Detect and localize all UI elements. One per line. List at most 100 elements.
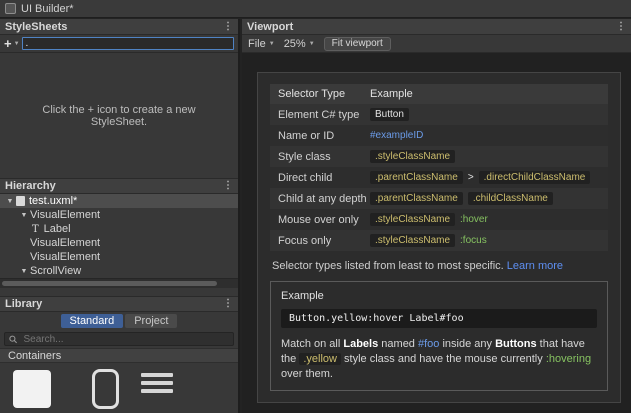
note-text: Selector types listed from least to most… (272, 260, 504, 272)
selector-type-label: Child at any depth (278, 192, 367, 205)
example-box: Example Button.yellow:hover Label#foo Ma… (270, 281, 608, 391)
example-title: Example (281, 290, 324, 302)
selector-type-label: Element C# type (278, 108, 360, 121)
viewport-header: Viewport ⋮ (242, 19, 631, 35)
learn-more-link[interactable]: Learn more (507, 260, 563, 272)
selector-cheatsheet-panel: Selector Type Example Element C# type Butto… (257, 72, 621, 403)
library-tabs: Standard Project (0, 312, 238, 330)
viewport-canvas[interactable]: Selector Type Example Element C# type Butto… (242, 53, 631, 413)
selector-token: :focus (460, 235, 487, 246)
selector-type-label: Style class (278, 150, 331, 163)
add-selector-button[interactable]: + (4, 37, 12, 50)
chevron-down-icon: ▼ (308, 40, 315, 47)
selector-example-cell: .parentClassName > .directChildClassName (370, 171, 608, 184)
selector-type-label: Name or ID (278, 129, 335, 142)
hierarchy-horizontal-scrollbar[interactable] (0, 278, 238, 288)
selector-type-label: Direct child (278, 171, 333, 184)
example-segment: Match on all (281, 338, 344, 350)
hierarchy-item-label: ScrollView (30, 265, 82, 277)
selector-token: .styleClassName (370, 234, 456, 247)
hierarchy-item-visualelement[interactable]: VisualElement (0, 250, 238, 264)
hierarchy-item-label: test.uxml* (29, 195, 78, 207)
hierarchy-item-label: Label (43, 223, 71, 235)
window-title: UI Builder* (21, 2, 74, 15)
hierarchy-item-visualelement[interactable]: ▼ VisualElement (0, 208, 238, 222)
zoom-level: 25% (283, 37, 306, 50)
selector-row: Direct child .parentClassName > .directChil… (270, 167, 608, 188)
search-field[interactable] (4, 332, 234, 346)
selector-example-cell: Button (370, 108, 608, 121)
category-containers[interactable]: Containers (0, 348, 238, 363)
selector-row: Child at any depth .parentClassName .child… (270, 188, 608, 209)
library-items-grid (0, 363, 238, 413)
search-input[interactable] (21, 332, 229, 346)
foldout-arrow-icon[interactable]: ▼ (18, 268, 30, 275)
scroll-view-thumbnail[interactable] (92, 369, 119, 409)
foldout-arrow-icon[interactable]: ▼ (18, 212, 30, 219)
file-menu[interactable]: File ▼ (248, 38, 275, 50)
example-code: Button.yellow:hover Label#foo (281, 309, 597, 328)
file-menu-label: File (248, 37, 266, 50)
example-segment: named (378, 338, 418, 350)
selector-token: .styleClassName (370, 213, 456, 226)
visual-element-thumbnail[interactable] (13, 370, 51, 408)
viewport-pane: Viewport ⋮ File ▼ 25% ▼ Fit viewport Sel… (242, 19, 631, 413)
example-segment: style class and have the mouse currently (340, 353, 546, 365)
hierarchy-item-label: VisualElement (30, 237, 101, 249)
title-bar: UI Builder* (0, 0, 631, 18)
selector-token: .styleClassName (370, 150, 456, 163)
hierarchy-header: Hierarchy ⋮ (0, 178, 238, 194)
library-title: Library (5, 298, 43, 310)
example-paragraph: Match on all Labels named #foo inside an… (281, 337, 597, 382)
selector-example-cell: .parentClassName .childClassName (370, 192, 608, 205)
selector-token: .childClassName (467, 192, 553, 205)
hierarchy-item-label: VisualElement (30, 209, 101, 221)
hierarchy-item-testuxml[interactable]: ▼ test.uxml* (0, 194, 238, 208)
ui-builder-icon (5, 3, 16, 14)
search-icon (9, 335, 17, 343)
fit-viewport-button[interactable]: Fit viewport (323, 36, 391, 51)
example-segment: :hovering (545, 353, 592, 365)
hierarchy-item-label[interactable]: T Label (0, 222, 238, 236)
example-segment: .yellow (299, 353, 341, 365)
zoom-dropdown[interactable]: 25% ▼ (284, 38, 315, 50)
selector-type-label: Mouse over only (278, 213, 359, 226)
new-selector-input[interactable] (21, 37, 234, 50)
example-segment: inside any (439, 338, 496, 350)
selector-example-cell: .styleClassName :focus (370, 234, 608, 247)
tab-project[interactable]: Project (125, 314, 178, 328)
viewport-menu-icon[interactable]: ⋮ (616, 21, 626, 32)
list-view-thumbnail[interactable] (141, 373, 173, 397)
selector-token: #exampleID (370, 130, 424, 141)
foldout-arrow-icon[interactable]: ▼ (4, 198, 16, 205)
left-pane: StyleSheets ⋮ + ▼ Click the + icon to cr… (0, 19, 240, 413)
selector-token: Button (370, 108, 409, 121)
list-line-icon (141, 381, 173, 385)
selector-token: > (467, 172, 474, 183)
hierarchy-tree: ▼ test.uxml* ▼ VisualElement T Label VisualEle… (0, 194, 238, 278)
column-header-selector-type: Selector Type (278, 88, 346, 100)
stylesheets-toolbar: + ▼ (0, 35, 238, 53)
tab-standard[interactable]: Standard (60, 314, 124, 328)
add-selector-dropdown-icon[interactable]: ▼ (14, 41, 20, 47)
hierarchy-item-visualelement[interactable]: VisualElement (0, 236, 238, 250)
stylesheets-header: StyleSheets ⋮ (0, 19, 238, 35)
stylesheets-menu-icon[interactable]: ⋮ (223, 21, 233, 32)
scrollbar-thumb[interactable] (2, 281, 218, 286)
library-header: Library ⋮ (0, 296, 238, 312)
selector-example-cell: .styleClassName:hover (370, 213, 608, 226)
hierarchy-title: Hierarchy (5, 180, 56, 192)
library-search-row (0, 330, 238, 348)
hierarchy-spacer (0, 288, 238, 296)
selector-row: Mouse over only .styleClassName:hover (270, 209, 608, 230)
selector-table-header: Selector Type Example (270, 84, 608, 104)
example-segment: #foo (417, 338, 440, 350)
chevron-down-icon: ▼ (268, 40, 275, 47)
list-line-icon (141, 389, 173, 393)
label-text-icon: T (32, 223, 39, 235)
selector-row: Name or ID #exampleID (270, 125, 608, 146)
hierarchy-item-scrollview[interactable]: ▼ ScrollView (0, 264, 238, 278)
library-menu-icon[interactable]: ⋮ (223, 299, 233, 309)
hierarchy-menu-icon[interactable]: ⋮ (223, 181, 233, 191)
example-segment: over them. (281, 368, 333, 380)
